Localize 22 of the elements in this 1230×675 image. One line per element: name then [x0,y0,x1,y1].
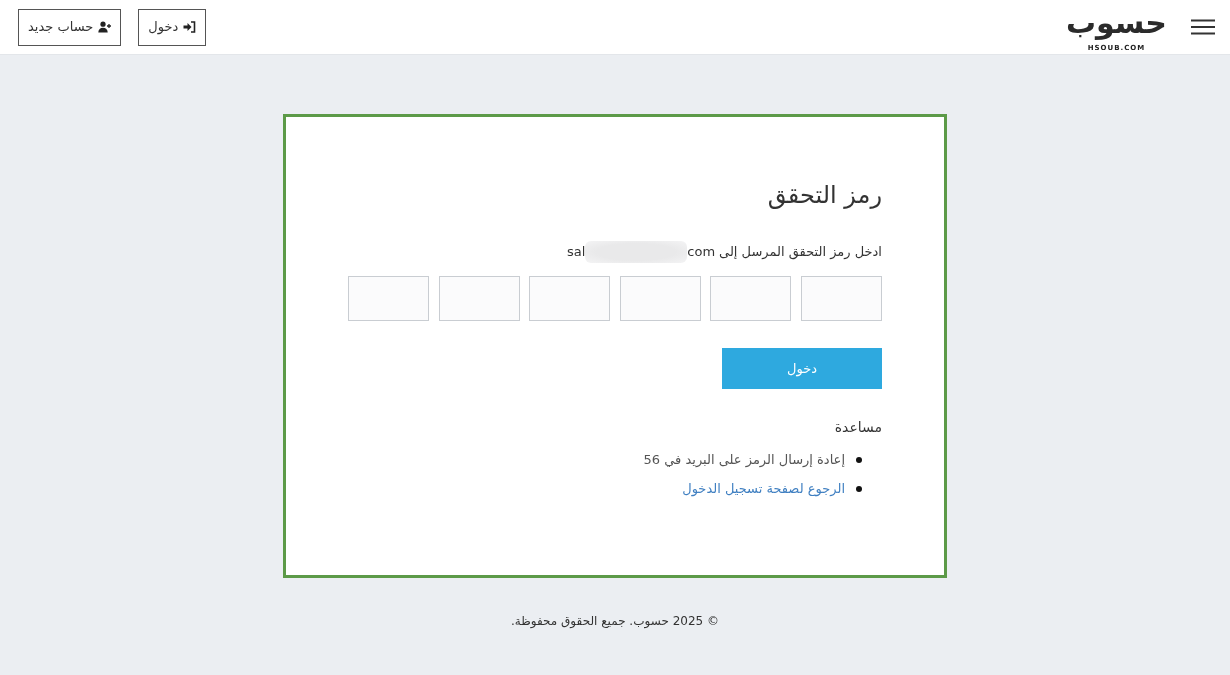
sign-in-icon [183,21,197,33]
code-digit-field[interactable] [438,276,520,321]
login-page-link[interactable]: الرجوع لصفحة تسجيل الدخول [682,479,845,499]
bullet-icon [856,457,862,463]
signup-button[interactable]: حساب جديد [18,8,122,46]
code-digit-field[interactable] [710,276,792,321]
page-title: رمز التحقق [766,181,882,210]
help-heading: مساعدة [833,418,882,437]
code-digit-field[interactable] [348,276,430,321]
code-digit-field[interactable] [529,276,611,321]
login-button[interactable]: دخول [138,8,207,46]
menu-icon[interactable] [1191,19,1215,35]
copyright-text: © 2025 حسوب. جميع الحقوق محفوظة. [511,614,719,628]
add-user-icon [98,21,112,33]
email-start: sal [566,243,586,261]
resend-timer-text: إعادة إرسال الرمز على البريد في 56 [643,451,845,470]
logo-wordmark: حسوب [1065,3,1167,42]
code-digit-field[interactable] [619,276,701,321]
bullet-icon [856,486,862,492]
email-end: com [687,243,716,261]
prompt-text: ادخل رمز التحقق المرسل إلى [719,243,882,262]
code-digit-field[interactable] [801,276,882,321]
